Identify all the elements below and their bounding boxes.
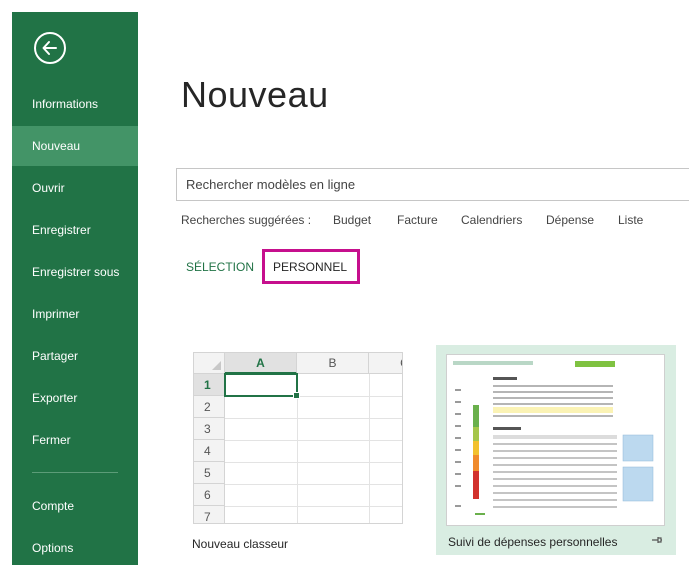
nav-nouveau[interactable]: Nouveau [12,126,138,166]
nav-options[interactable]: Options [12,528,138,565]
backstage-sidebar: Informations Nouveau Ouvrir Enregistrer … [12,12,138,565]
nav-compte[interactable]: Compte [12,486,138,526]
template-expense-tracker[interactable]: Suivi de dépenses personnelles [436,345,676,555]
search-input[interactable] [177,169,689,200]
nav-enregistrer-sous[interactable]: Enregistrer sous [12,252,138,292]
suggestion-liste[interactable]: Liste [618,213,643,227]
nav-imprimer[interactable]: Imprimer [12,294,138,334]
selected-cell-a1 [224,373,300,399]
nav-enregistrer[interactable]: Enregistrer [12,210,138,250]
tab-selection[interactable]: SÉLECTION [186,260,254,274]
suggestion-facture[interactable]: Facture [397,213,438,227]
nav-partager[interactable]: Partager [12,336,138,376]
suggestion-budget[interactable]: Budget [333,213,371,227]
page-title: Nouveau [181,74,329,115]
search-box[interactable] [176,168,689,201]
nav-informations[interactable]: Informations [12,84,138,124]
template-blank-workbook[interactable]: A B C 1 2 3 4 5 6 7 Nouveau classeur [180,345,420,555]
tab-personnel[interactable]: PERSONNEL [273,260,347,274]
suggestion-depense[interactable]: Dépense [546,213,594,227]
template-label-expense-tracker: Suivi de dépenses personnelles [448,535,618,549]
expense-tracker-preview [453,361,654,515]
nav-divider [32,472,118,473]
workbook-thumbnail: A B C 1 2 3 4 5 6 7 [193,352,403,524]
suggestion-calendriers[interactable]: Calendriers [461,213,522,227]
nav-fermer[interactable]: Fermer [12,420,138,460]
expense-tracker-thumbnail [446,354,665,526]
suggested-searches-label: Recherches suggérées : [181,213,312,227]
arrow-left-icon [42,41,57,55]
back-button[interactable] [34,32,66,64]
template-label-blank: Nouveau classeur [192,537,289,551]
nav-ouvrir[interactable]: Ouvrir [12,168,138,208]
pin-icon[interactable] [651,535,663,548]
nav-exporter[interactable]: Exporter [12,378,138,418]
